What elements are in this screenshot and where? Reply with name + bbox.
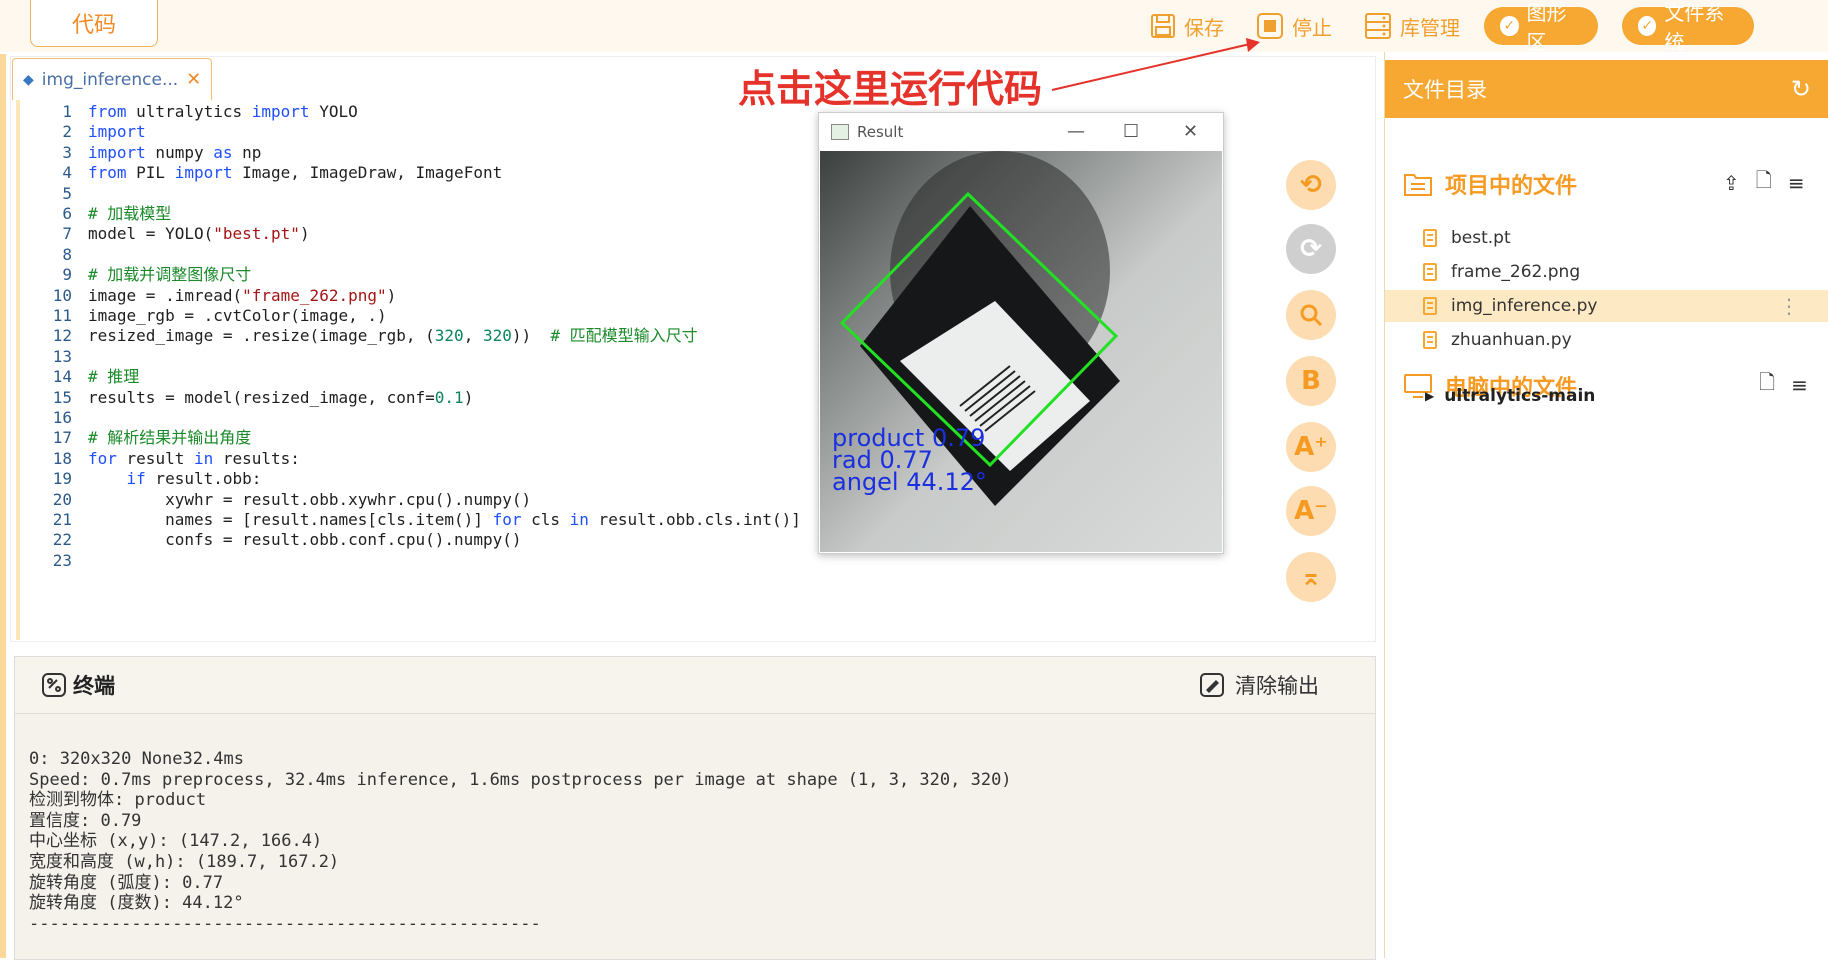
terminal-line: 旋转角度 (度数): 44.12°: [29, 893, 244, 914]
terminal-title: 终端: [41, 670, 115, 700]
library-label: 库管理: [1400, 15, 1460, 40]
terminal-line: 旋转角度 (弧度): 0.77: [29, 872, 224, 893]
project-actions: ⇪ 🗋 ≡: [1723, 168, 1805, 198]
project-files-section[interactable]: 项目中的文件: [1403, 166, 1577, 202]
file-item[interactable]: frame_262.png: [1385, 256, 1828, 288]
font-decrease-icon: A⁻: [1294, 496, 1328, 526]
redo-icon: ⟳: [1300, 234, 1322, 264]
clear-output-button[interactable]: 清除输出: [1199, 670, 1319, 700]
terminal-line: ----------------------------------------…: [29, 913, 541, 934]
menu-icon[interactable]: ≡: [1788, 171, 1805, 195]
undo-icon: ⟲: [1300, 170, 1322, 200]
terminal-icon: [42, 673, 66, 697]
terminal-line: 置信度: 0.79: [29, 810, 142, 831]
file-directory-panel: 文件目录 ↻ 项目中的文件 ⇪ 🗋 ≡ best.pt frame_262.pn…: [1384, 52, 1828, 958]
file-icon: [1423, 229, 1437, 247]
file-item[interactable]: best.pt: [1385, 222, 1828, 254]
filesystem-button[interactable]: ✓ 文件系统: [1622, 1, 1754, 54]
terminal-header: 终端 清除输出: [15, 657, 1375, 714]
library-button[interactable]: 库管理: [1364, 8, 1460, 44]
folder-item[interactable]: ▶ ultralytics-main: [1425, 386, 1595, 406]
library-icon: [1365, 13, 1391, 39]
result-window[interactable]: Result — ☐ ✕ product 0.79 rad 0.77 angel…: [818, 112, 1224, 554]
search-button[interactable]: [1286, 290, 1336, 340]
graphics-label: 图形区: [1526, 1, 1567, 54]
filesystem-label: 文件系统: [1664, 1, 1725, 54]
close-icon[interactable]: ✕: [186, 69, 201, 90]
file-panel-title: 文件目录: [1403, 78, 1487, 102]
file-name: img_inference.py: [1451, 296, 1598, 316]
search-icon: [1300, 304, 1323, 327]
graphics-button[interactable]: ✓ 图形区: [1484, 1, 1598, 54]
minimize-icon[interactable]: —: [1067, 121, 1085, 142]
file-name: frame_262.png: [1451, 262, 1581, 282]
redo-button[interactable]: ⟳: [1286, 224, 1336, 274]
left-accent-bar: [0, 54, 6, 958]
bold-icon: B: [1301, 366, 1321, 396]
line-number: 23: [52, 550, 72, 570]
scroll-top-icon: ⌅: [1300, 562, 1322, 592]
terminal-title-label: 终端: [73, 674, 115, 698]
bold-button[interactable]: B: [1286, 356, 1336, 406]
stop-label: 停止: [1292, 15, 1332, 40]
font-increase-icon: A⁺: [1294, 432, 1328, 462]
check-icon: ✓: [1500, 16, 1519, 36]
font-decrease-button[interactable]: A⁻: [1286, 486, 1336, 536]
close-icon[interactable]: ✕: [1183, 121, 1198, 142]
scroll-top-button[interactable]: ⌅: [1286, 552, 1336, 602]
detection-image: product 0.79 rad 0.77 angel 44.12°: [820, 151, 1222, 552]
code-tab-button[interactable]: 代码: [30, 0, 158, 47]
editor-file-tab[interactable]: ◆ img_inference... ✕: [12, 58, 212, 100]
undo-button[interactable]: ⟲: [1286, 160, 1336, 210]
upload-icon[interactable]: ⇪: [1723, 171, 1740, 195]
run-code-annotation: 点击这里运行代码: [738, 67, 1043, 111]
file-item-active[interactable]: img_inference.py ⋮: [1385, 290, 1828, 322]
folder-icon: [1404, 174, 1432, 196]
file-tab-label: img_inference...: [41, 69, 179, 90]
font-increase-button[interactable]: A⁺: [1286, 422, 1336, 472]
refresh-icon[interactable]: ↻: [1791, 75, 1811, 103]
file-item[interactable]: zhuanhuan.py: [1385, 324, 1828, 356]
pc-actions: 🗋 ≡: [1759, 370, 1808, 400]
terminal-line: 中心坐标 (x,y): (147.2, 166.4): [29, 831, 323, 852]
python-icon: ◆: [23, 71, 34, 88]
terminal-line: 宽度和高度 (w,h): (189.7, 167.2): [29, 851, 340, 872]
check-icon: ✓: [1638, 16, 1657, 36]
top-toolbar: 代码 保存 停止 库管理 ✓ 图形区 ✓ 文件系统: [0, 0, 1828, 54]
window-icon: [831, 124, 849, 140]
folder-name: ultralytics-main: [1444, 386, 1596, 406]
clear-icon: [1200, 673, 1224, 697]
more-icon[interactable]: ⋮: [1779, 294, 1799, 318]
file-name: best.pt: [1451, 228, 1511, 248]
maximize-icon[interactable]: ☐: [1123, 121, 1139, 142]
terminal-line: 0: 320x320 None32.4ms: [29, 749, 244, 769]
terminal-line: Speed: 0.7ms preprocess, 32.4ms inferenc…: [29, 769, 1012, 790]
project-files-title: 项目中的文件: [1445, 174, 1578, 199]
clear-output-label: 清除输出: [1235, 674, 1319, 698]
file-icon: [1423, 297, 1437, 315]
terminal-panel: 终端 清除输出 0: 320x320 None32.4ms Speed: 0.7m…: [14, 656, 1376, 960]
file-panel-header: 文件目录 ↻: [1385, 60, 1828, 118]
file-name: zhuanhuan.py: [1451, 330, 1572, 350]
annotation-arrow: [1051, 38, 1260, 91]
file-icon: [1423, 263, 1437, 281]
caret-right-icon: ▶: [1425, 389, 1435, 403]
file-icon: [1423, 331, 1437, 349]
menu-icon[interactable]: ≡: [1791, 373, 1808, 397]
result-title: Result: [857, 123, 904, 141]
new-file-icon[interactable]: 🗋: [1756, 166, 1772, 200]
terminal-line: 检测到物体: product: [29, 790, 207, 811]
new-file-icon[interactable]: 🗋: [1759, 368, 1775, 402]
code-tab-label: 代码: [71, 13, 116, 38]
result-titlebar[interactable]: Result — ☐ ✕: [819, 113, 1223, 151]
terminal-output: 0: 320x320 None32.4ms Speed: 0.7ms prepro…: [29, 749, 1359, 934]
detection-label: angel 44.12°: [832, 468, 987, 496]
